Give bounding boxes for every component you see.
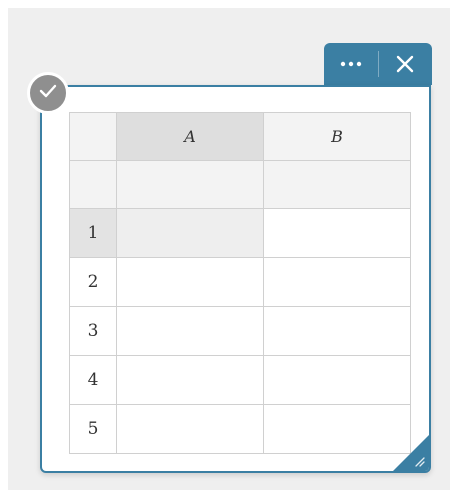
cell-b4[interactable]: [263, 355, 411, 405]
selection-badge[interactable]: [27, 72, 69, 114]
column-header-b[interactable]: B: [263, 112, 411, 161]
row-header-1[interactable]: 1: [69, 208, 117, 258]
window-toolbar: [324, 43, 432, 85]
resize-grip-icon: [412, 454, 426, 468]
row-header-4[interactable]: 4: [69, 355, 117, 405]
table-row: 3: [69, 306, 411, 356]
cell-a3[interactable]: [116, 306, 264, 356]
check-icon: [39, 84, 57, 103]
table-row: 4: [69, 355, 411, 405]
cell-b3[interactable]: [263, 306, 411, 356]
cell-b5[interactable]: [263, 404, 411, 454]
cell-a5[interactable]: [116, 404, 264, 454]
table-row: 1: [69, 208, 411, 258]
cell-b2[interactable]: [263, 257, 411, 307]
input-row-header: [69, 160, 117, 209]
input-row: [69, 160, 411, 209]
column-header-a[interactable]: A: [116, 112, 264, 161]
spreadsheet-window: A B 1 2 3 4 5: [40, 85, 431, 473]
row-header-5[interactable]: 5: [69, 404, 117, 454]
more-options-button[interactable]: [324, 43, 378, 85]
cell-b1[interactable]: [263, 208, 411, 258]
app-stage: A B 1 2 3 4 5: [0, 0, 455, 497]
corner-cell[interactable]: [69, 112, 117, 161]
close-icon: [396, 55, 414, 73]
more-horizontal-icon: [340, 61, 362, 67]
cell-a4[interactable]: [116, 355, 264, 405]
cell-a1[interactable]: [116, 208, 264, 258]
input-cell-a[interactable]: [116, 160, 264, 209]
input-cell-b[interactable]: [263, 160, 411, 209]
close-button[interactable]: [379, 43, 433, 85]
table-row: 2: [69, 257, 411, 307]
table-row: 5: [69, 404, 411, 454]
row-header-2[interactable]: 2: [69, 257, 117, 307]
cell-a2[interactable]: [116, 257, 264, 307]
spreadsheet-grid: A B 1 2 3 4 5: [69, 112, 411, 454]
row-header-3[interactable]: 3: [69, 306, 117, 356]
column-header-row: A B: [69, 112, 411, 161]
